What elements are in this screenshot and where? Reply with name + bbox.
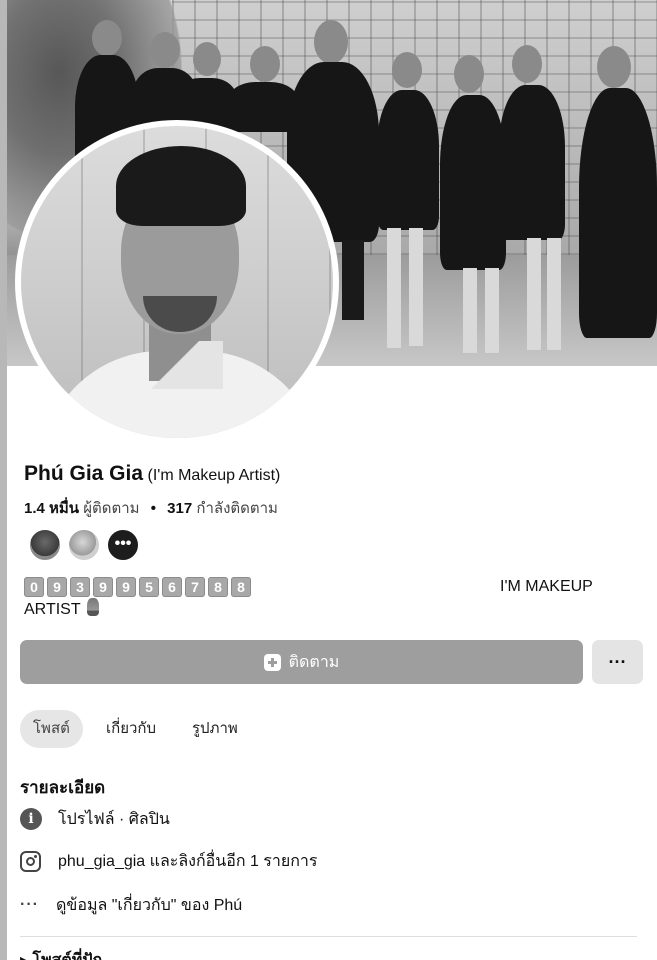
more-dots-icon: ··· <box>20 896 39 913</box>
keycap-digit: 0 <box>24 576 44 597</box>
tab-posts[interactable]: โพสต์ <box>20 710 83 748</box>
more-friends-icon[interactable]: ••• <box>106 528 140 562</box>
bio-line-2: ARTIST <box>24 598 99 621</box>
cover-person <box>579 88 657 338</box>
cover-person-head <box>597 46 631 88</box>
cover-person-leg <box>547 238 561 350</box>
detail-about-link[interactable]: ··· ดูข้อมูล "เกี่ยวกับ" ของ Phú <box>20 892 242 918</box>
detail-profile-category: i โปรไฟล์ · ศิลปิน <box>20 806 170 832</box>
keycap-digit: 9 <box>47 576 67 597</box>
stats-separator: • <box>150 500 156 517</box>
cover-person-head <box>314 20 348 64</box>
cover-person-head <box>92 20 122 56</box>
keycap-digit: 3 <box>70 576 90 597</box>
following-label[interactable]: กำลังติดตาม <box>196 500 278 517</box>
keycap-digit: 5 <box>139 576 159 597</box>
cover-person-leg <box>342 240 364 320</box>
avatar-hair <box>116 146 246 226</box>
cover-person-head <box>512 45 542 83</box>
phone-number: 0 9 3 9 9 5 6 7 8 8 <box>24 576 251 597</box>
cover-person-leg <box>463 268 477 353</box>
cover-person-head <box>150 32 180 68</box>
instagram-link-text[interactable]: phu_gia_gia และลิงก์อื่นอีก 1 รายการ <box>58 849 318 874</box>
profile-alternate-name: (I'm Makeup Artist) <box>147 467 281 484</box>
cover-person-head <box>193 42 221 76</box>
cover-person-leg <box>387 228 401 348</box>
profile-picture[interactable] <box>21 126 333 438</box>
profile-category-text: โปรไฟล์ · ศิลปิน <box>58 810 170 828</box>
profile-name: Phú Gia Gia <box>24 462 144 485</box>
keycap-digit: 9 <box>93 576 113 597</box>
pinned-posts-label: โพสต์ที่ปัก <box>32 952 102 960</box>
details-heading: รายละเอียด <box>20 778 106 797</box>
bio-tagline-part1: I'M MAKEUP <box>500 578 593 595</box>
about-link-text[interactable]: ดูข้อมูล "เกี่ยวกับ" ของ Phú <box>56 893 242 918</box>
instagram-icon <box>20 850 41 872</box>
cover-person <box>499 85 565 240</box>
followers-count[interactable]: 1.4 หมื่น <box>24 500 79 517</box>
avatar-collar <box>139 341 223 389</box>
keycap-digit: 7 <box>185 576 205 597</box>
following-count[interactable]: 317 <box>167 500 192 517</box>
left-edge-strip <box>0 0 7 960</box>
follow-stats: 1.4 หมื่น ผู้ติดตาม • 317 กำลังติดตาม <box>24 496 278 520</box>
tab-photos[interactable]: รูปภาพ <box>192 710 238 748</box>
more-options-button[interactable]: ··· <box>592 640 643 684</box>
profile-name-row: Phú Gia Gia (I'm Makeup Artist) <box>24 462 280 486</box>
keycap-digit: 6 <box>162 576 182 597</box>
keycap-digit: 9 <box>116 576 136 597</box>
friend-avatar[interactable] <box>67 528 101 562</box>
follow-plus-icon <box>263 653 281 671</box>
keycap-digit: 8 <box>208 576 228 597</box>
tab-about[interactable]: เกี่ยวกับ <box>106 710 156 748</box>
section-divider <box>20 936 637 937</box>
cover-person-head <box>454 55 484 93</box>
cover-person-head <box>392 52 422 88</box>
detail-instagram[interactable]: phu_gia_gia และลิงก์อื่นอีก 1 รายการ <box>20 848 318 874</box>
bio-tagline-part2: ARTIST <box>24 601 81 618</box>
cover-person <box>440 95 506 270</box>
cover-person-leg <box>409 228 423 346</box>
keycap-digit: 8 <box>231 576 251 597</box>
follow-button-label: ติดตาม <box>288 653 340 671</box>
pinned-posts-heading: ▸ โพสต์ที่ปัก <box>20 948 102 960</box>
info-icon: i <box>20 808 42 830</box>
followers-label[interactable]: ผู้ติดตาม <box>83 500 139 517</box>
friend-avatar[interactable] <box>28 528 62 562</box>
cover-person-head <box>250 46 280 82</box>
lipstick-emoji-icon <box>86 598 99 616</box>
cover-person-leg <box>527 238 541 350</box>
follow-button[interactable]: ติดตาม <box>20 640 583 684</box>
cover-person-leg <box>485 268 499 353</box>
cover-person <box>377 90 439 230</box>
profile-bio: 0 9 3 9 9 5 6 7 8 8 I'M MAKEUP ARTIST <box>24 576 614 618</box>
